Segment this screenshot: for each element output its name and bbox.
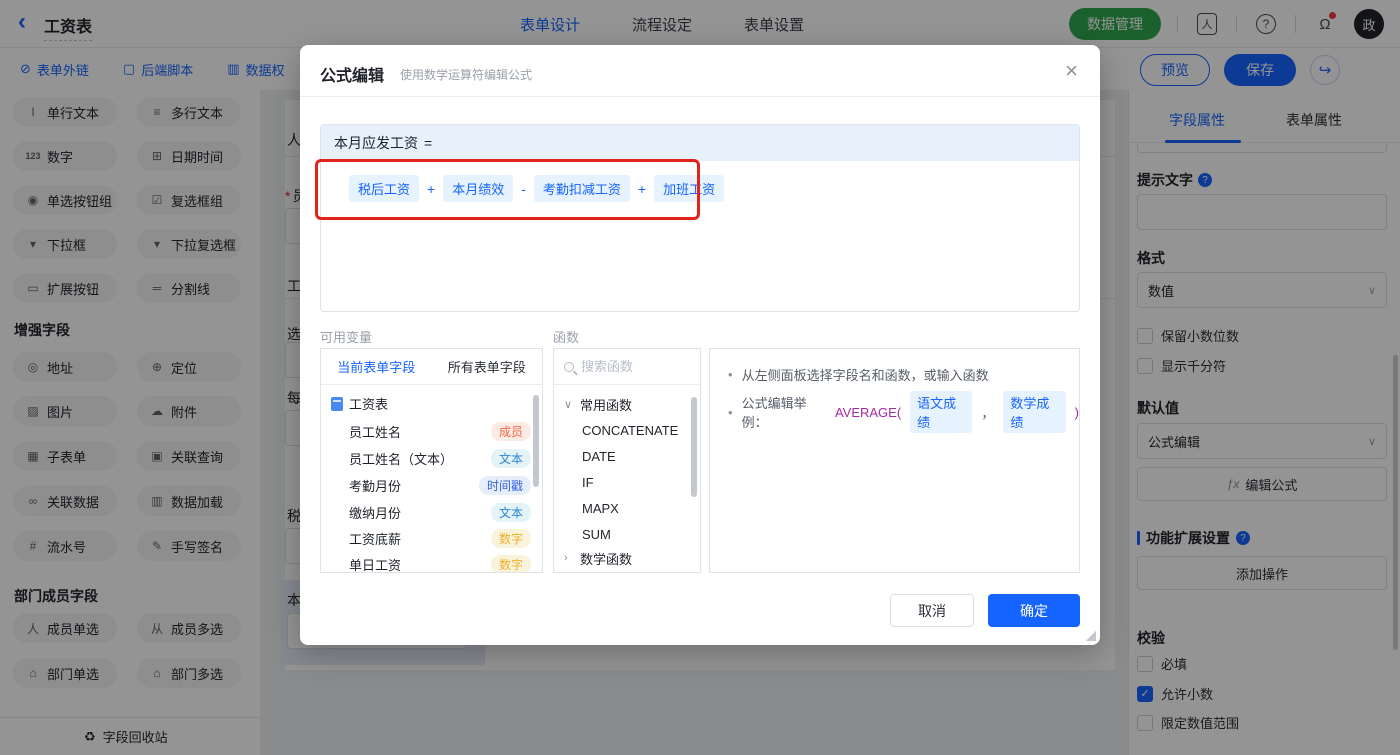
formula-field-chip[interactable]: 加班工资 xyxy=(654,175,724,202)
modal-header: 公式编辑 使用数学运算符编辑公式 × xyxy=(300,45,1100,97)
operator: + xyxy=(427,181,435,197)
variables-panel: 当前表单字段 所有表单字段 工资表 员工姓名成员 员工姓名（文本）文本 考勤月份… xyxy=(320,348,543,573)
variable-item[interactable]: 员工姓名（文本）文本 xyxy=(349,447,531,469)
chevron-down-icon: ∨ xyxy=(564,398,574,411)
function-name: AVERAGE( xyxy=(835,405,901,420)
form-tree-root[interactable]: 工资表 xyxy=(331,394,388,413)
function-search xyxy=(554,349,700,385)
example-field-chip: 数学成绩 xyxy=(1003,391,1065,433)
type-badge: 成员 xyxy=(491,422,531,441)
tab-all-form-fields[interactable]: 所有表单字段 xyxy=(432,349,543,384)
formula-tokens: 税后工资 + 本月绩效 - 考勤扣减工资 + 加班工资 xyxy=(349,175,724,202)
cancel-button[interactable]: 取消 xyxy=(890,594,974,627)
function-item[interactable]: IF xyxy=(582,471,594,493)
form-doc-icon xyxy=(331,397,343,411)
confirm-button[interactable]: 确定 xyxy=(988,594,1080,627)
function-item[interactable]: SUM xyxy=(582,523,611,545)
resize-handle[interactable] xyxy=(1086,631,1096,641)
operator: + xyxy=(638,181,646,197)
app-root: ‹ 工资表 表单设计 流程设定 表单设置 数据管理 人 ? Ω 政 ⊘表单外链 … xyxy=(0,0,1400,755)
formula-field-chip[interactable]: 税后工资 xyxy=(349,175,419,202)
tip-example-line: • 公式编辑举例：AVERAGE( 语文成绩 ， 数学成绩 ) xyxy=(728,391,1079,433)
type-badge: 数字 xyxy=(491,555,531,574)
variable-item[interactable]: 员工姓名成员 xyxy=(349,420,531,442)
modal-subtitle: 使用数学运算符编辑公式 xyxy=(400,66,532,83)
type-badge: 文本 xyxy=(491,503,531,522)
chevron-right-icon: › xyxy=(564,552,574,564)
variable-item[interactable]: 工资底薪数字 xyxy=(349,527,531,549)
formula-field-chip[interactable]: 考勤扣减工资 xyxy=(534,175,630,202)
bullet: • xyxy=(728,405,733,420)
variables-tabs: 当前表单字段 所有表单字段 xyxy=(321,349,542,385)
function-group-math[interactable]: ›数学函数 xyxy=(564,547,632,569)
variables-label: 可用变量 xyxy=(320,327,372,346)
search-input[interactable] xyxy=(581,359,681,374)
tips-panel: • 从左侧面板选择字段名和函数，或输入函数 • 公式编辑举例：AVERAGE( … xyxy=(709,348,1080,573)
example-field-chip: 语文成绩 xyxy=(910,391,972,433)
variable-item[interactable]: 考勤月份时间戳 xyxy=(349,474,531,496)
formula-field-chip[interactable]: 本月绩效 xyxy=(443,175,513,202)
function-group-common[interactable]: ∨常用函数 xyxy=(564,393,632,415)
operator: - xyxy=(521,181,526,197)
tip-line: • 从左侧面板选择字段名和函数，或输入函数 xyxy=(728,365,989,384)
functions-panel: ∨常用函数 CONCATENATE DATE IF MAPX SUM ›数学函数… xyxy=(553,348,701,573)
function-item[interactable]: CONCATENATE xyxy=(582,419,678,441)
modal-footer: 取消 确定 xyxy=(890,594,1080,627)
search-icon xyxy=(564,362,574,372)
function-item[interactable]: DATE xyxy=(582,445,616,467)
functions-label: 函数 xyxy=(553,327,579,346)
function-group-text[interactable]: ›文本函数 xyxy=(564,569,632,573)
variable-item[interactable]: 缴纳月份文本 xyxy=(349,501,531,523)
formula-target-bar: 本月应发工资 = xyxy=(321,125,1079,161)
modal-title: 公式编辑 xyxy=(320,62,384,86)
type-badge: 数字 xyxy=(491,529,531,548)
functions-scrollbar[interactable] xyxy=(691,397,697,497)
function-item[interactable]: MAPX xyxy=(582,497,619,519)
type-badge: 文本 xyxy=(491,449,531,468)
close-paren: ) xyxy=(1075,405,1079,420)
bullet: • xyxy=(728,367,733,382)
close-icon[interactable]: × xyxy=(1065,58,1078,84)
type-badge: 时间戳 xyxy=(479,476,531,495)
tab-current-form-fields[interactable]: 当前表单字段 xyxy=(321,349,432,384)
formula-editor-box[interactable]: 本月应发工资 = 税后工资 + 本月绩效 - 考勤扣减工资 + 加班工资 xyxy=(320,124,1080,312)
equals-sign: = xyxy=(424,135,432,151)
variables-scrollbar[interactable] xyxy=(533,395,539,487)
variable-item[interactable]: 单日工资数字 xyxy=(349,553,531,573)
formula-editor-modal: 公式编辑 使用数学运算符编辑公式 × 本月应发工资 = 税后工资 + 本月绩效 … xyxy=(300,45,1100,645)
